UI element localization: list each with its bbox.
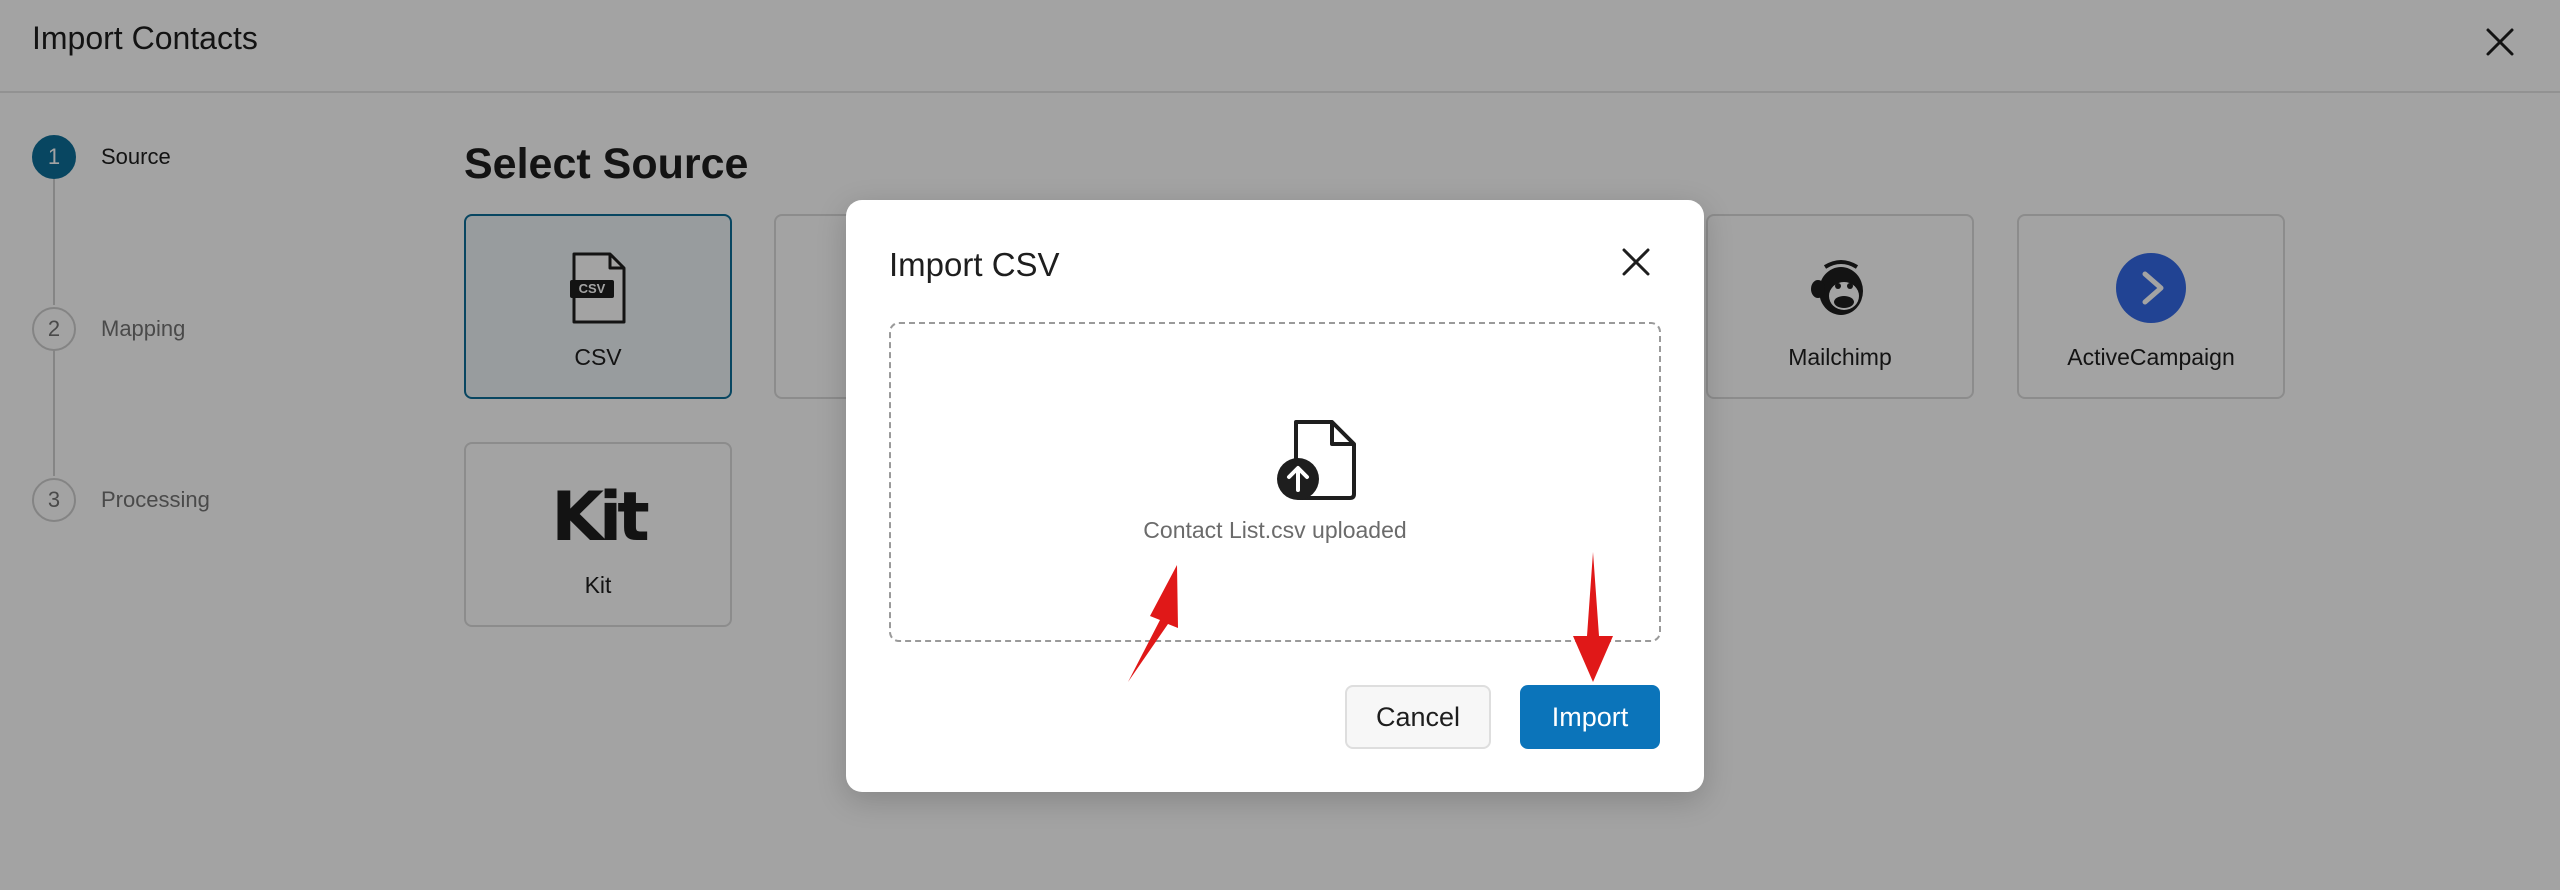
annotation-arrow-icon [1573, 552, 1613, 682]
import-button[interactable]: Import [1520, 685, 1660, 749]
import-csv-dialog: Import CSV Contact List.csv uploaded Can… [846, 200, 1704, 792]
close-icon[interactable] [1614, 240, 1658, 284]
upload-status-text: Contact List.csv uploaded [1143, 517, 1407, 543]
file-dropzone[interactable]: Contact List.csv uploaded [889, 322, 1661, 642]
dialog-title: Import CSV [889, 246, 1060, 283]
file-upload-icon [1276, 416, 1360, 502]
annotation-arrow-icon [1128, 565, 1178, 682]
cancel-button[interactable]: Cancel [1345, 685, 1491, 749]
